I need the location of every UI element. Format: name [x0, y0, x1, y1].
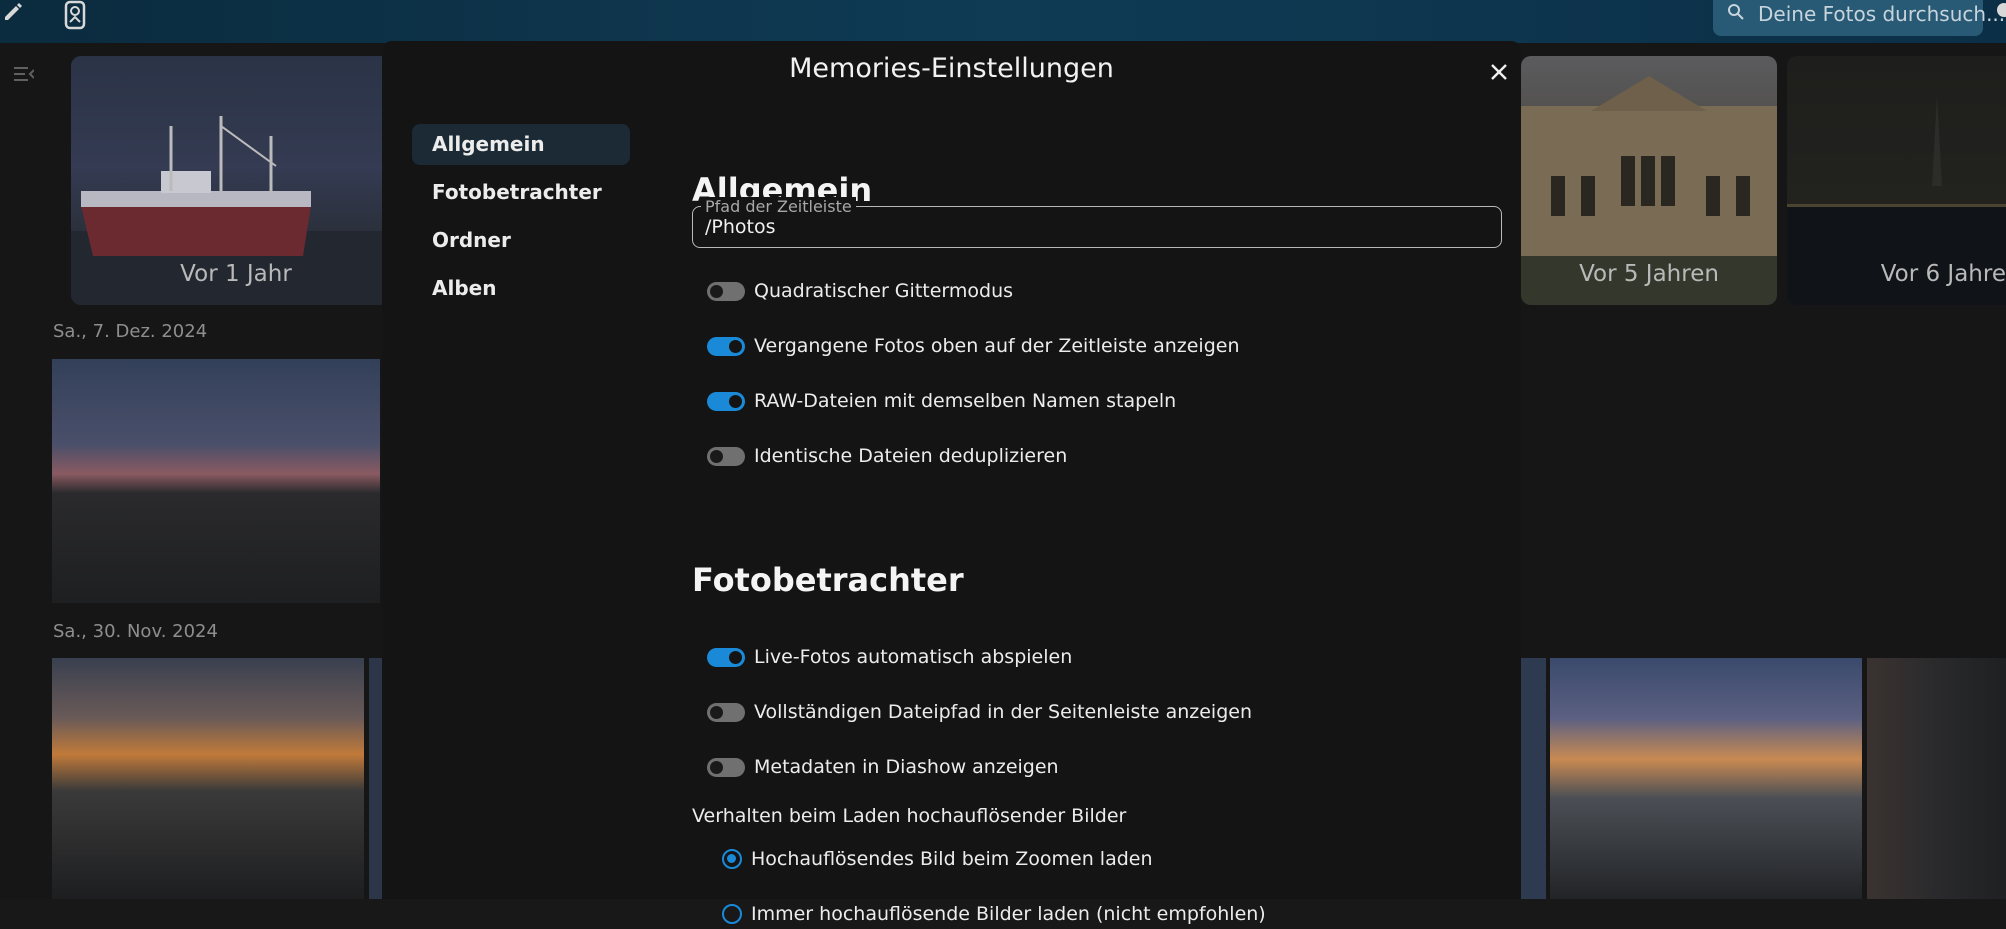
- nav-item-fotobetrachter[interactable]: Fotobetrachter: [412, 172, 630, 213]
- radio-label: Immer hochauflösende Bilder laden (nicht…: [751, 903, 1266, 925]
- photo-thumbnail[interactable]: [1521, 658, 1546, 899]
- toggle-label: Vergangene Fotos oben auf der Zeitleiste…: [754, 335, 1240, 357]
- memory-card[interactable]: Vor 5 Jahren: [1521, 56, 1777, 305]
- toggle-switch[interactable]: [707, 446, 745, 466]
- toggle-label: Live-Fotos automatisch abspielen: [754, 646, 1073, 668]
- settings-modal: Memories-Einstellungen Allgemein Fotobet…: [382, 41, 1521, 925]
- memory-label: Vor 6 Jahre: [1880, 261, 2006, 287]
- date-heading: Sa., 7. Dez. 2024: [53, 321, 208, 342]
- timeline-path-label: Pfad der Zeitleiste: [701, 197, 856, 216]
- modal-title: Memories-Einstellungen: [789, 53, 1114, 84]
- settings-nav: Allgemein Fotobetrachter Ordner Alben: [412, 124, 630, 316]
- section-heading-viewer: Fotobetrachter: [692, 561, 964, 599]
- photo-thumbnail[interactable]: [369, 658, 382, 899]
- memory-card[interactable]: Vor 1 Jahr: [71, 56, 401, 305]
- toggle-label: Vollständigen Dateipfad in der Seitenlei…: [754, 701, 1253, 723]
- toggle-switch[interactable]: [707, 336, 745, 356]
- toggle-label: RAW-Dateien mit demselben Namen stapeln: [754, 390, 1177, 412]
- close-button[interactable]: [1482, 55, 1516, 89]
- hires-group-label: Verhalten beim Laden hochauflösender Bil…: [692, 805, 1127, 827]
- photo-thumbnail[interactable]: [52, 359, 380, 603]
- photo-thumbnail[interactable]: [1550, 658, 1862, 899]
- toggle-dedupe[interactable]: Identische Dateien deduplizieren: [707, 441, 1067, 471]
- edit-icon[interactable]: [2, 0, 24, 22]
- toggle-square-grid[interactable]: Quadratischer Gittermodus: [707, 276, 1013, 306]
- toggle-stack-raw[interactable]: RAW-Dateien mit demselben Namen stapeln: [707, 386, 1176, 416]
- top-bar: Deine Fotos durchsuch...: [0, 0, 2006, 43]
- timeline-path-field[interactable]: Pfad der Zeitleiste: [692, 197, 1502, 248]
- toggle-switch[interactable]: [707, 757, 745, 777]
- close-icon: [1491, 64, 1507, 80]
- toggle-slideshow-metadata[interactable]: Metadaten in Diashow anzeigen: [707, 752, 1059, 782]
- search-icon: [1727, 3, 1745, 21]
- radio-button[interactable]: [722, 849, 742, 869]
- toggle-switch[interactable]: [707, 647, 745, 667]
- memories-logo-icon[interactable]: [62, 0, 88, 32]
- sidebar-toggle-icon[interactable]: [14, 66, 35, 82]
- toggle-label: Metadaten in Diashow anzeigen: [754, 756, 1059, 778]
- photo-thumbnail[interactable]: [52, 658, 364, 899]
- toggle-live-photos[interactable]: Live-Fotos automatisch abspielen: [707, 642, 1072, 672]
- memory-label: Vor 1 Jahr: [180, 261, 292, 287]
- search-box[interactable]: Deine Fotos durchsuch...: [1713, 0, 2005, 36]
- radio-button[interactable]: [722, 904, 742, 924]
- toggle-label: Identische Dateien deduplizieren: [754, 445, 1068, 467]
- nav-item-allgemein[interactable]: Allgemein: [412, 124, 630, 165]
- toggle-past-photos[interactable]: Vergangene Fotos oben auf der Zeitleiste…: [707, 331, 1240, 361]
- toggle-switch[interactable]: [707, 702, 745, 722]
- nav-item-alben[interactable]: Alben: [412, 268, 630, 309]
- nav-item-ordner[interactable]: Ordner: [412, 220, 630, 261]
- radio-label: Hochauflösendes Bild beim Zoomen laden: [751, 848, 1153, 870]
- toggle-switch[interactable]: [707, 281, 745, 301]
- memory-label: Vor 5 Jahren: [1579, 261, 1719, 287]
- toggle-switch[interactable]: [707, 391, 745, 411]
- cloud-icon[interactable]: [1992, 0, 2006, 22]
- radio-hires-on-zoom[interactable]: Hochauflösendes Bild beim Zoomen laden: [722, 844, 1153, 874]
- toggle-label: Quadratischer Gittermodus: [754, 280, 1014, 302]
- timeline-path-input[interactable]: [705, 216, 1485, 238]
- memory-card[interactable]: Vor 6 Jahre: [1787, 56, 2006, 305]
- radio-hires-always[interactable]: Immer hochauflösende Bilder laden (nicht…: [722, 899, 1266, 929]
- toggle-full-path[interactable]: Vollständigen Dateipfad in der Seitenlei…: [707, 697, 1252, 727]
- photo-thumbnail[interactable]: [1867, 658, 2006, 899]
- date-heading: Sa., 30. Nov. 2024: [53, 621, 218, 642]
- search-placeholder: Deine Fotos durchsuch...: [1758, 2, 2006, 26]
